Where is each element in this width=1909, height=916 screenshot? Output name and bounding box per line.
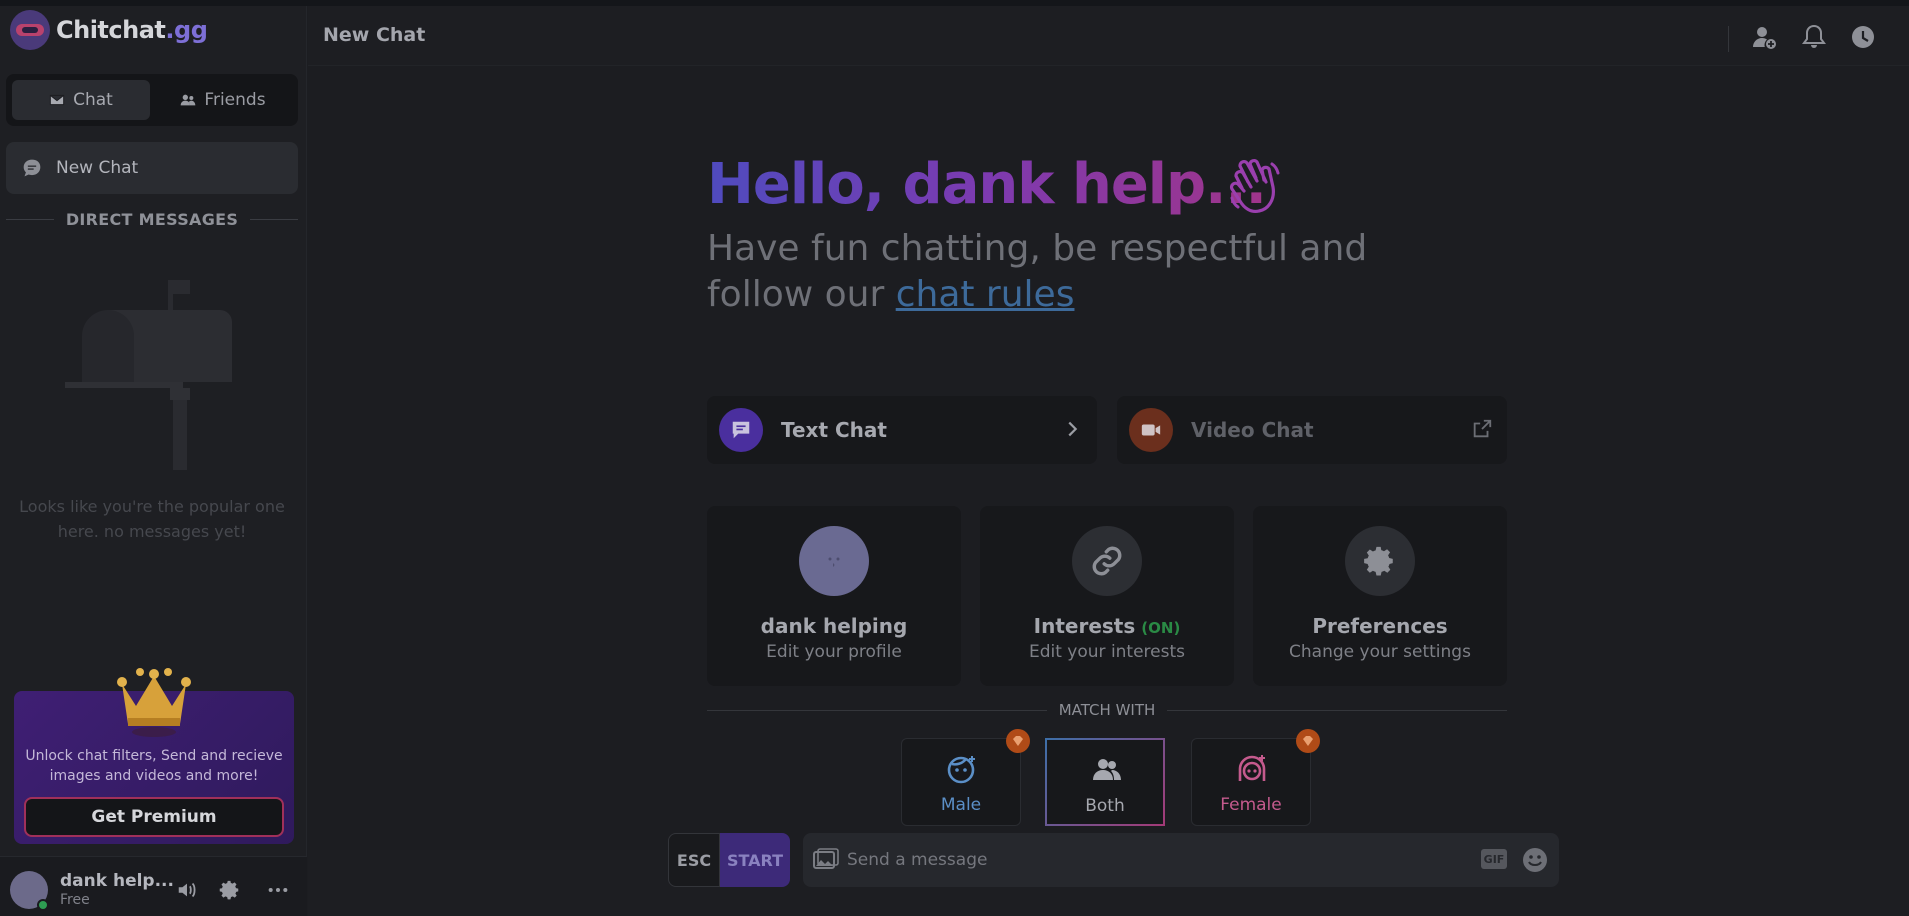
users-icon bbox=[181, 94, 196, 106]
preferences-card[interactable]: Preferences Change your settings bbox=[1253, 506, 1507, 686]
text-chat-icon-wrap bbox=[719, 408, 763, 452]
female-label: Female bbox=[1220, 795, 1282, 815]
preferences-icon-wrap bbox=[1345, 526, 1415, 596]
logo-mark-icon bbox=[10, 10, 50, 50]
logo[interactable]: Chitchat.gg bbox=[10, 10, 208, 50]
external-link-icon bbox=[1473, 419, 1492, 438]
envelope-icon bbox=[49, 94, 65, 106]
waving-hand-icon bbox=[1229, 159, 1280, 214]
header-divider bbox=[1728, 26, 1729, 52]
interests-label: Interests bbox=[1033, 614, 1136, 638]
chevron-right-icon bbox=[1068, 421, 1078, 437]
bell-icon[interactable] bbox=[1801, 24, 1827, 50]
image-upload-icon[interactable] bbox=[813, 848, 839, 872]
chat-rules-link[interactable]: chat rules bbox=[896, 274, 1075, 315]
text-chat-label: Text Chat bbox=[781, 418, 887, 442]
video-icon bbox=[1141, 424, 1161, 436]
premium-gem-icon bbox=[1006, 729, 1030, 753]
start-button[interactable]: START bbox=[720, 833, 790, 887]
interests-subtitle: Edit your interests bbox=[1028, 642, 1186, 662]
gender-option-female[interactable]: Female bbox=[1191, 729, 1320, 826]
tab-chat[interactable]: Chat bbox=[12, 80, 150, 120]
esc-button[interactable]: ESC bbox=[668, 833, 720, 887]
match-with-label: MATCH WITH bbox=[1058, 701, 1156, 719]
gif-icon[interactable]: GIF bbox=[1481, 849, 1507, 869]
greeting-heading: Hello, dank help... bbox=[707, 152, 1267, 217]
video-chat-button[interactable]: Video Chat bbox=[1117, 396, 1507, 464]
both-people-icon bbox=[1093, 759, 1121, 780]
male-face-icon bbox=[947, 756, 975, 784]
greeting-subtitle: Have fun chatting, be respectful and fol… bbox=[707, 226, 1467, 318]
app-root: Chitchat.gg Chat Friends New Chat DIRECT… bbox=[0, 0, 1909, 916]
chat-bubble-icon bbox=[23, 159, 41, 177]
direct-messages-label: DIRECT MESSAGES bbox=[65, 210, 239, 229]
avatar bbox=[799, 526, 869, 596]
male-label: Male bbox=[940, 795, 982, 815]
logo-suffix: .gg bbox=[165, 16, 208, 44]
empty-mailbox-illustration bbox=[65, 280, 232, 470]
profile-subtitle: Edit your profile bbox=[766, 642, 902, 662]
get-premium-button[interactable]: Get Premium bbox=[24, 797, 284, 837]
gear-icon bbox=[1364, 546, 1393, 576]
gear-icon[interactable] bbox=[219, 879, 241, 901]
preferences-title: Preferences bbox=[1312, 614, 1448, 638]
add-friend-icon[interactable] bbox=[1752, 24, 1778, 50]
profile-card[interactable]: dank helping Edit your profile bbox=[707, 506, 961, 686]
volume-icon[interactable] bbox=[176, 879, 198, 901]
video-chat-icon-wrap bbox=[1129, 408, 1173, 452]
gender-option-both[interactable]: Both bbox=[1045, 738, 1165, 826]
match-with-heading: MATCH WITH bbox=[707, 701, 1507, 719]
logo-text: Chitchat.gg bbox=[56, 16, 208, 44]
premium-description: Unlock chat filters, Send and recieve im… bbox=[25, 748, 283, 784]
message-input[interactable] bbox=[847, 845, 1467, 875]
interests-icon-wrap bbox=[1072, 526, 1142, 596]
page-title: New Chat bbox=[323, 24, 426, 46]
tab-chat-label: Chat bbox=[73, 90, 113, 110]
preferences-subtitle: Change your settings bbox=[1289, 642, 1471, 662]
link-icon bbox=[1092, 546, 1122, 576]
interests-title: Interests (ON) bbox=[980, 614, 1234, 638]
text-chat-button[interactable]: Text Chat bbox=[707, 396, 1097, 464]
profile-name: dank helping bbox=[760, 614, 908, 638]
user-plan: Free bbox=[60, 892, 90, 908]
interests-on-badge: (ON) bbox=[1141, 619, 1181, 637]
empty-messages-text: Looks like you're the popular one here. … bbox=[19, 497, 285, 541]
sidebar-item-new-chat[interactable]: New Chat bbox=[6, 142, 298, 194]
premium-gem-icon bbox=[1296, 729, 1320, 753]
more-options-icon[interactable] bbox=[267, 879, 289, 901]
message-box: GIF bbox=[803, 833, 1559, 887]
both-label: Both bbox=[1085, 796, 1125, 816]
video-chat-label: Video Chat bbox=[1191, 418, 1314, 442]
logo-main: Chitchat bbox=[56, 16, 166, 44]
interests-card[interactable]: Interests (ON) Edit your interests bbox=[980, 506, 1234, 686]
main-header: New Chat bbox=[308, 6, 1909, 66]
online-status-dot bbox=[37, 899, 49, 911]
crown-icon bbox=[117, 668, 191, 737]
tab-friends-label: Friends bbox=[204, 90, 266, 110]
emoji-icon[interactable] bbox=[1521, 846, 1549, 874]
direct-messages-heading: DIRECT MESSAGES bbox=[6, 210, 298, 229]
gender-option-male[interactable]: Male bbox=[901, 729, 1030, 826]
message-icon bbox=[732, 421, 750, 439]
profile-face-icon bbox=[828, 557, 840, 567]
user-bar: dank help... Free bbox=[0, 856, 307, 916]
new-chat-label: New Chat bbox=[56, 158, 139, 178]
tab-friends[interactable]: Friends bbox=[154, 80, 292, 120]
female-face-icon bbox=[1238, 755, 1266, 781]
history-icon[interactable] bbox=[1850, 24, 1876, 50]
username: dank help... bbox=[60, 871, 174, 891]
sidebar-tabs: Chat Friends bbox=[6, 74, 298, 126]
